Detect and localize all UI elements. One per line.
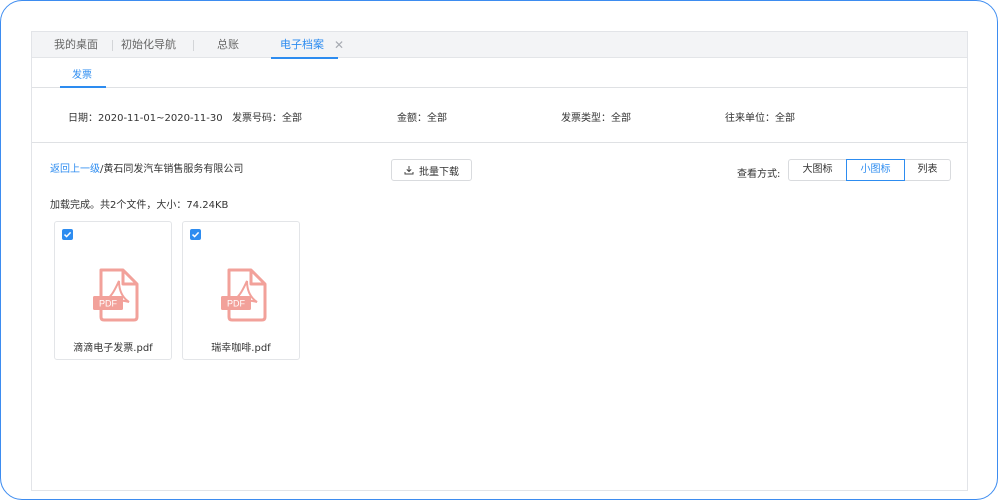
- filter-counterparty[interactable]: 往来单位：全部: [725, 109, 795, 124]
- close-icon[interactable]: ✕: [334, 32, 344, 58]
- filter-label: 金额：: [397, 113, 427, 124]
- filter-value: 全部: [611, 113, 631, 124]
- file-name: 滴滴电子发票.pdf: [73, 343, 153, 354]
- filter-label: 发票号码：: [232, 113, 282, 124]
- filter-label: 日期：: [68, 113, 98, 124]
- filter-invoice-number[interactable]: 发票号码：全部: [232, 109, 302, 124]
- file-checkbox[interactable]: [62, 229, 73, 240]
- view-small-icons-button[interactable]: 小图标: [846, 159, 905, 181]
- file-checkbox[interactable]: [190, 229, 201, 240]
- filter-label: 往来单位：: [725, 113, 775, 124]
- view-mode-label: 查看方式:: [737, 169, 781, 180]
- tab-separator: [112, 40, 113, 51]
- svg-text:PDF: PDF: [227, 299, 246, 309]
- filter-value: 全部: [775, 113, 795, 124]
- batch-download-button[interactable]: 批量下载: [391, 159, 472, 181]
- check-icon: [191, 231, 200, 238]
- breadcrumb: 返回上一级/黄石同发汽车销售服务有限公司: [50, 160, 243, 175]
- tab-my-desktop[interactable]: 我的桌面: [54, 32, 98, 58]
- view-list-button[interactable]: 列表: [904, 159, 951, 181]
- filter-value: 全部: [282, 113, 302, 124]
- sub-tab-bar: 发票: [32, 58, 967, 88]
- tab-init-nav[interactable]: 初始化导航: [121, 32, 176, 58]
- filter-date[interactable]: 日期：2020-11-01~2020-11-30: [68, 109, 223, 124]
- filter-value: 全部: [427, 113, 447, 124]
- view-large-icons-button[interactable]: 大图标: [788, 159, 847, 181]
- view-mode-switch: 大图标 小图标 列表: [788, 159, 951, 181]
- tab-bar: 我的桌面 初始化导航 总账 电子档案 ✕: [32, 32, 967, 59]
- filter-label: 发票类型：: [561, 113, 611, 124]
- batch-download-label: 批量下载: [419, 166, 459, 178]
- tab-general-ledger[interactable]: 总账: [217, 32, 239, 58]
- tab-e-archive[interactable]: 电子档案: [271, 32, 338, 59]
- filter-bar: 日期：2020-11-01~2020-11-30 发票号码：全部 金额：全部 发…: [32, 89, 967, 143]
- filter-amount[interactable]: 金额：全部: [397, 109, 447, 124]
- file-card[interactable]: PDF 滴滴电子发票.pdf: [54, 221, 172, 360]
- filter-invoice-type[interactable]: 发票类型：全部: [561, 109, 631, 124]
- filter-value: 2020-11-01~2020-11-30: [98, 113, 223, 124]
- download-icon: [404, 166, 414, 175]
- file-card[interactable]: PDF 瑞幸咖啡.pdf: [182, 221, 300, 360]
- main-panel: 我的桌面 初始化导航 总账 电子档案 ✕ 发票 日期：2020-11-01~20…: [31, 31, 968, 491]
- svg-text:PDF: PDF: [99, 299, 118, 309]
- file-name: 瑞幸咖啡.pdf: [211, 343, 271, 354]
- pdf-file-icon: PDF: [221, 268, 267, 322]
- load-status: 加载完成。共2个文件，大小：74.24KB: [50, 200, 229, 211]
- subtab-invoice[interactable]: 发票: [60, 66, 106, 88]
- tab-separator: [193, 40, 194, 51]
- back-link[interactable]: 返回上一级: [50, 164, 100, 175]
- check-icon: [63, 231, 72, 238]
- breadcrumb-current: 黄石同发汽车销售服务有限公司: [103, 164, 244, 175]
- pdf-file-icon: PDF: [93, 268, 139, 322]
